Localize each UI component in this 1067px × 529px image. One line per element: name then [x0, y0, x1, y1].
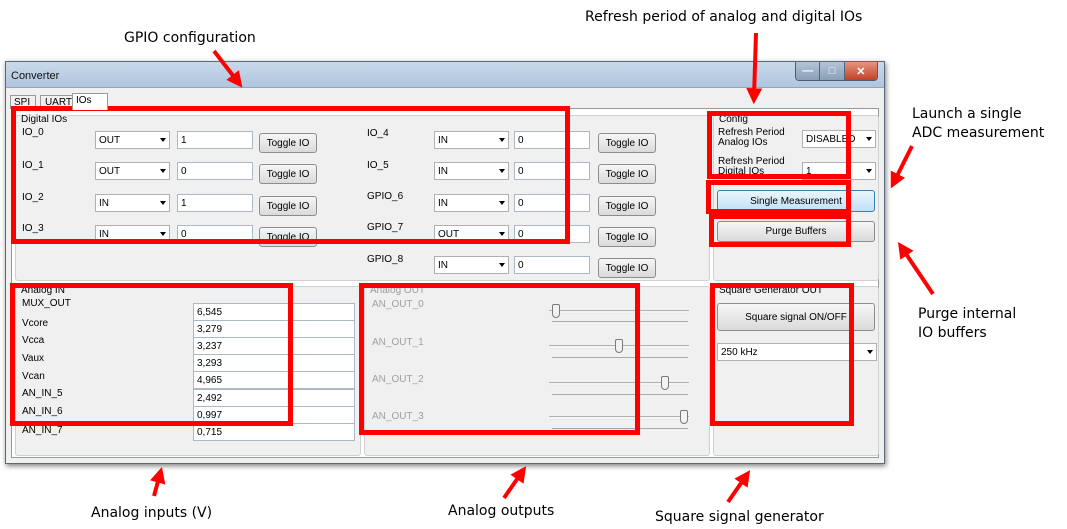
highlight-single-measurement	[706, 180, 851, 214]
annotation-single-line2: ADC measurement	[912, 125, 1045, 141]
annotation-analog-inputs: Analog inputs (V)	[91, 505, 213, 521]
highlight-analog-in	[10, 283, 293, 426]
gpio-6-toggle-button[interactable]: Toggle IO	[598, 196, 656, 216]
annotation-single-measurement: Launch a single ADC measurement	[912, 105, 1044, 143]
annotation-square-generator: Square signal generator	[655, 509, 824, 525]
arrow-single-measurement	[890, 145, 914, 189]
gpio-8-direction-value: IN	[438, 260, 448, 271]
title-bar[interactable]: Converter — □ ✕	[6, 62, 884, 88]
arrow-analog-outputs	[502, 466, 527, 500]
annotation-purge-line2: IO buffers	[918, 325, 987, 341]
arrow-analog-inputs	[149, 467, 166, 497]
annotation-gpio-configuration: GPIO configuration	[124, 30, 256, 46]
highlight-gpio	[11, 106, 570, 244]
an-out-2-slider-thumb[interactable]	[661, 376, 670, 390]
annotation-purge-buffers: Purge internal IO buffers	[918, 305, 1016, 343]
arrow-purge-buffers	[897, 242, 935, 296]
highlight-purge-buffers	[709, 214, 851, 247]
arrow-square-generator	[726, 470, 751, 504]
highlight-square-generator	[710, 283, 854, 426]
io-4-toggle-button[interactable]: Toggle IO	[598, 133, 656, 153]
gpio-7-toggle-button[interactable]: Toggle IO	[598, 227, 656, 247]
gpio-8-direction-select[interactable]: IN	[434, 256, 509, 274]
chevron-down-icon	[867, 350, 873, 354]
io-5-toggle-button[interactable]: Toggle IO	[598, 164, 656, 184]
maximize-button[interactable]: □	[820, 62, 845, 80]
highlight-analog-out	[359, 283, 640, 435]
window-title: Converter	[11, 70, 60, 82]
an-out-3-slider-thumb[interactable]	[679, 410, 688, 424]
minimize-icon: —	[802, 65, 814, 77]
chevron-down-icon	[499, 263, 505, 267]
maximize-icon: □	[828, 65, 836, 77]
gpio-8-label: GPIO_8	[367, 254, 404, 265]
close-icon: ✕	[856, 65, 866, 78]
annotation-refresh-period: Refresh period of analog and digital IOs	[585, 9, 863, 25]
minimize-button[interactable]: —	[796, 62, 821, 80]
tab-ios[interactable]: IOs	[72, 93, 108, 110]
gpio-8-value-field[interactable]: 0	[514, 256, 590, 274]
chevron-down-icon	[866, 169, 872, 173]
an-in-7-label: AN_IN_7	[22, 425, 63, 436]
gpio-8-toggle-button[interactable]: Toggle IO	[598, 258, 656, 278]
annotation-analog-outputs: Analog outputs	[448, 503, 555, 519]
chevron-down-icon	[866, 137, 872, 141]
close-button[interactable]: ✕	[844, 62, 877, 80]
annotation-single-line1: Launch a single	[912, 106, 1022, 122]
window-controls: — □ ✕	[795, 62, 878, 81]
highlight-refresh	[707, 111, 851, 179]
annotation-purge-line1: Purge internal	[918, 306, 1017, 322]
